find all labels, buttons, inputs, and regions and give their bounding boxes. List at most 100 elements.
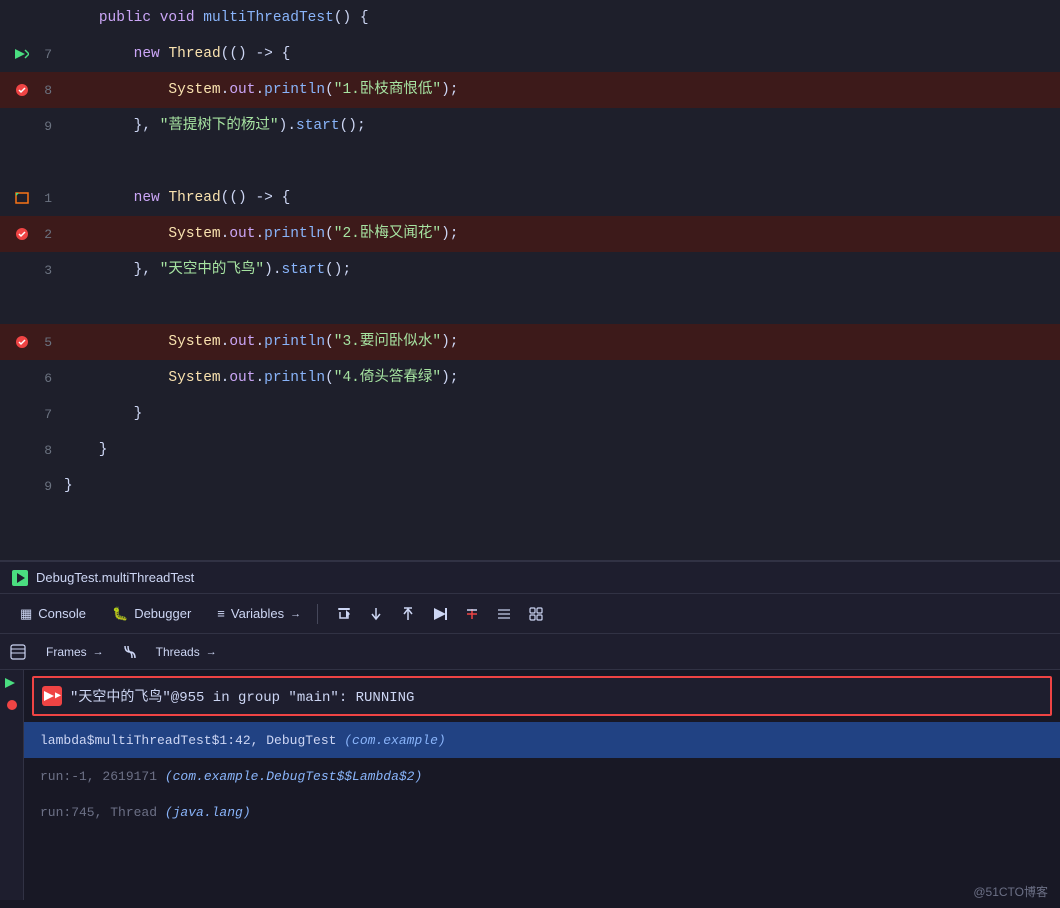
code-line: 3 }, "天空中的飞鸟").start(); bbox=[0, 252, 1060, 288]
gutter-icon bbox=[14, 226, 30, 242]
code-content: new Thread(() -> { bbox=[60, 180, 1060, 216]
line-number: 8 bbox=[34, 83, 52, 98]
threads-icon bbox=[122, 644, 138, 660]
line-number: 1 bbox=[34, 191, 52, 206]
debug-title: DebugTest.multiThreadTest bbox=[36, 570, 194, 585]
settings-button[interactable] bbox=[490, 600, 518, 628]
code-editor: public void multiThreadTest() {7 new Thr… bbox=[0, 0, 1060, 560]
code-content: public void multiThreadTest() { bbox=[60, 0, 1060, 36]
stack-frame-text: run:-1, 2619171 (com.example.DebugTest$$… bbox=[40, 769, 422, 784]
code-content: } bbox=[60, 432, 1060, 468]
step-into-button[interactable] bbox=[362, 600, 390, 628]
grid-button[interactable] bbox=[522, 600, 550, 628]
gutter-icon bbox=[14, 334, 30, 350]
line-gutter: 7 bbox=[0, 406, 60, 422]
line-gutter bbox=[0, 154, 60, 170]
debug-title-bar: DebugTest.multiThreadTest bbox=[0, 562, 1060, 594]
line-gutter: 8 bbox=[0, 442, 60, 458]
code-line: 6 System.out.println("4.倚头答春绿"); bbox=[0, 360, 1060, 396]
current-frame-arrow-icon bbox=[5, 676, 19, 690]
code-content: } bbox=[60, 468, 1060, 504]
gutter-icon bbox=[14, 262, 30, 278]
run-to-cursor-button[interactable] bbox=[426, 600, 454, 628]
line-number: 5 bbox=[34, 335, 52, 350]
code-content: } bbox=[60, 396, 1060, 432]
line-number: 9 bbox=[34, 119, 52, 134]
code-content: }, "天空中的飞鸟").start(); bbox=[60, 252, 1060, 288]
watermark: @51CTO博客 bbox=[973, 883, 1048, 900]
gutter-icon bbox=[14, 442, 30, 458]
gutter-icon bbox=[14, 82, 30, 98]
console-label: Console bbox=[38, 606, 86, 621]
code-line: 9} bbox=[0, 468, 1060, 504]
variables-label: Variables bbox=[231, 606, 284, 621]
tab-divider bbox=[317, 604, 318, 624]
frames-icon bbox=[10, 644, 26, 660]
line-number: 8 bbox=[34, 443, 52, 458]
tab-variables[interactable]: ≡ Variables → bbox=[205, 600, 313, 628]
gutter-icon bbox=[14, 298, 30, 314]
console-icon: ▦ bbox=[20, 606, 32, 622]
breakpoint-dot-icon bbox=[7, 700, 17, 710]
step-over-button[interactable] bbox=[330, 600, 358, 628]
code-line: 8 System.out.println("1.卧枝商恨低"); bbox=[0, 72, 1060, 108]
debugger-label: Debugger bbox=[134, 606, 191, 621]
code-content: System.out.println("4.倚头答春绿"); bbox=[60, 360, 1060, 396]
code-content: new Thread(() -> { bbox=[60, 36, 1060, 72]
gutter-icon bbox=[14, 406, 30, 422]
debug-panel: DebugTest.multiThreadTest ▦ Console 🐛 De… bbox=[0, 560, 1060, 908]
line-number: 7 bbox=[34, 407, 52, 422]
line-gutter: 6 bbox=[0, 370, 60, 386]
thread-running-text: "天空中的飞鸟"@955 in group "main": RUNNING bbox=[70, 686, 414, 706]
evaluate-button[interactable] bbox=[458, 600, 486, 628]
frames-arrow: → bbox=[93, 646, 104, 658]
code-line: public void multiThreadTest() { bbox=[0, 0, 1060, 36]
line-gutter: 3 bbox=[0, 262, 60, 278]
debug-tabs-bar: ▦ Console 🐛 Debugger ≡ Variables → bbox=[0, 594, 1060, 634]
variables-arrow: → bbox=[290, 608, 301, 620]
stack-frame-row[interactable]: run:745, Thread (java.lang) bbox=[24, 794, 1060, 830]
step-out-button[interactable] bbox=[394, 600, 422, 628]
code-line bbox=[0, 144, 1060, 180]
stack-frame-row[interactable]: run:-1, 2619171 (com.example.DebugTest$$… bbox=[24, 758, 1060, 794]
debug-toolbar bbox=[330, 600, 550, 628]
stack-frame-row[interactable]: lambda$multiThreadTest$1:42, DebugTest (… bbox=[24, 722, 1060, 758]
line-number: 3 bbox=[34, 263, 52, 278]
gutter-icon bbox=[14, 46, 30, 62]
line-gutter: 2 bbox=[0, 226, 60, 242]
gutter-icon bbox=[14, 370, 30, 386]
code-line: 7 } bbox=[0, 396, 1060, 432]
code-line: 7 new Thread(() -> { bbox=[0, 36, 1060, 72]
gutter-icon bbox=[14, 10, 30, 26]
threads-label: Threads bbox=[156, 645, 200, 659]
thread-item[interactable]: ▶ "天空中的飞鸟"@955 in group "main": RUNNING bbox=[32, 676, 1052, 716]
threads-arrow: → bbox=[206, 646, 217, 658]
debug-sub-tabs: Frames → Threads → bbox=[0, 634, 1060, 670]
code-content: System.out.println("2.卧梅又闻花"); bbox=[60, 216, 1060, 252]
code-line: 9 }, "菩提树下的杨过").start(); bbox=[0, 108, 1060, 144]
sub-tab-threads[interactable]: Threads → bbox=[146, 639, 227, 665]
stack-frame-text: run:745, Thread (java.lang) bbox=[40, 805, 251, 820]
gutter-icon bbox=[14, 478, 30, 494]
line-gutter: 1 bbox=[0, 190, 60, 206]
line-number: 7 bbox=[34, 47, 52, 62]
gutter-icon bbox=[14, 118, 30, 134]
gutter-icon bbox=[14, 154, 30, 170]
debug-play-icon bbox=[12, 570, 28, 586]
debugger-icon: 🐛 bbox=[112, 606, 128, 622]
debug-thread-list: ▶ "天空中的飞鸟"@955 in group "main": RUNNING … bbox=[24, 670, 1060, 900]
frames-label: Frames bbox=[46, 645, 87, 659]
tab-debugger[interactable]: 🐛 Debugger bbox=[100, 600, 203, 628]
line-gutter: 9 bbox=[0, 118, 60, 134]
tab-console[interactable]: ▦ Console bbox=[8, 600, 98, 628]
code-content: }, "菩提树下的杨过").start(); bbox=[60, 108, 1060, 144]
sub-tab-frames[interactable]: Frames → bbox=[36, 639, 114, 665]
variables-icon: ≡ bbox=[217, 606, 225, 621]
thread-running-icon: ▶ bbox=[42, 686, 62, 706]
stack-frame-text: lambda$multiThreadTest$1:42, DebugTest (… bbox=[40, 733, 446, 748]
line-number: 6 bbox=[34, 371, 52, 386]
line-gutter bbox=[0, 298, 60, 314]
code-content: System.out.println("1.卧枝商恨低"); bbox=[60, 72, 1060, 108]
code-line: 5 System.out.println("3.要问卧似水"); bbox=[0, 324, 1060, 360]
code-line: 8 } bbox=[0, 432, 1060, 468]
